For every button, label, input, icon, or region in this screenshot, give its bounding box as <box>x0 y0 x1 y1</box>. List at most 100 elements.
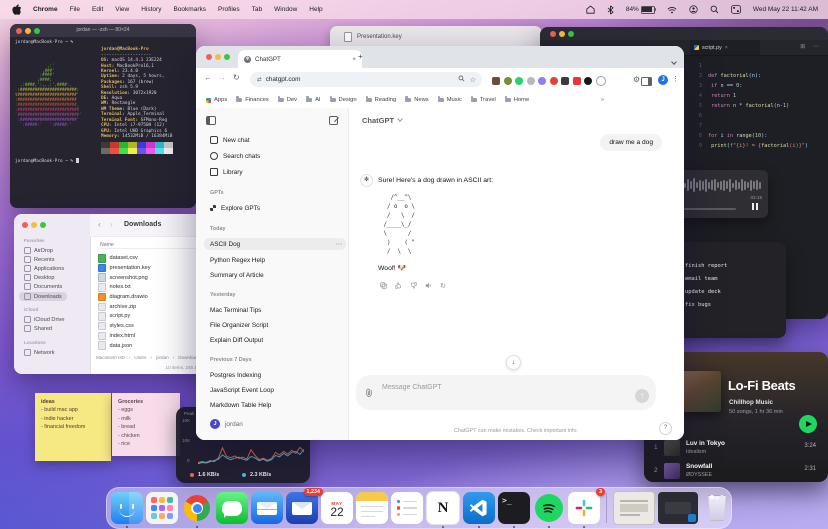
attach-paperclip-icon[interactable] <box>365 384 373 402</box>
dock-mail-unread-icon[interactable]: 1,234 <box>286 492 318 524</box>
minimize-button[interactable] <box>215 54 221 60</box>
compose-icon[interactable] <box>329 116 338 125</box>
extension-icon[interactable] <box>584 77 592 85</box>
settings-gear-icon[interactable]: ⚙ <box>633 75 640 84</box>
vscode-tab-scriptpy[interactable]: script.py × <box>690 40 760 55</box>
presentation-window-titlebar[interactable]: Presentation.key <box>330 26 542 48</box>
zoom-button[interactable] <box>40 222 46 228</box>
sidebar-item-desktop[interactable]: Desktop <box>24 274 55 281</box>
dock-slack-icon[interactable]: 3 <box>568 492 600 524</box>
finder-window-controls[interactable] <box>22 222 46 228</box>
chat-item[interactable]: Postgres Indexing <box>204 369 346 381</box>
sidebar-item-applications[interactable]: Applications <box>24 265 64 272</box>
extension-icon[interactable] <box>561 77 569 85</box>
editor-actions[interactable]: ⊞ ⋯ <box>800 43 822 50</box>
help-button[interactable]: ? <box>659 422 672 435</box>
dock-calendar-icon[interactable]: MAY 22 <box>321 492 353 524</box>
bluetooth-icon[interactable] <box>601 5 620 15</box>
bookmark-folder[interactable]: News <box>405 97 429 103</box>
address-bar[interactable]: ⇄ chatgpt.com ☆ <box>250 72 482 87</box>
reload-button[interactable]: ↻ <box>233 73 240 82</box>
menu-file[interactable]: File <box>64 6 86 13</box>
bookmark-star-icon[interactable]: ☆ <box>470 76 476 84</box>
close-button[interactable] <box>550 31 556 37</box>
terminal-window[interactable]: jordan — -zsh — 80×24 jordan@MacBook-Pro… <box>10 24 196 208</box>
model-selector[interactable]: ChatGPT <box>362 116 402 125</box>
sidebar-item-recents[interactable]: Recents <box>24 256 55 263</box>
apple-menu-icon[interactable] <box>0 4 27 15</box>
chat-item[interactable]: Summary of Article <box>204 269 346 281</box>
back-button[interactable]: ‹ <box>98 220 101 229</box>
tab-close-icon[interactable]: × <box>725 45 728 51</box>
menu-app-name[interactable]: Chrome <box>27 6 64 13</box>
chat-item[interactable]: JavaScript Event Loop <box>204 384 346 396</box>
profile-avatar[interactable]: J <box>658 75 668 85</box>
extensions-puzzle-icon[interactable] <box>596 76 606 86</box>
user-profile-row[interactable]: J jordan <box>204 418 346 430</box>
dock-vscode-icon[interactable] <box>463 492 495 524</box>
dock-mail-icon[interactable] <box>251 492 283 524</box>
read-aloud-icon[interactable] <box>423 282 433 290</box>
sidebar-item-icloud-drive[interactable]: iCloud Drive <box>24 316 64 323</box>
chrome-tab-chatgpt[interactable]: ✻ ChatGPT × <box>238 50 362 68</box>
bookmark-folder[interactable]: Finances <box>236 97 269 103</box>
bookmark-folder[interactable]: Design <box>330 97 357 103</box>
control-center-icon[interactable] <box>725 5 747 14</box>
search-chats-button[interactable]: Search chats <box>204 150 346 162</box>
chrome-window[interactable]: ✻ ChatGPT × + ← → ↻ ⇄ chatgpt.com ☆ <box>196 46 684 440</box>
chat-item[interactable]: File Organizer Script <box>204 319 346 331</box>
sidebar-item-airdrop[interactable]: AirDrop <box>24 247 53 254</box>
new-tab-button[interactable]: + <box>358 52 363 61</box>
bookmark-folder[interactable]: Dev <box>278 97 297 103</box>
dock-trash-icon[interactable] <box>701 492 733 524</box>
menu-window[interactable]: Window <box>268 6 303 13</box>
minimize-button[interactable] <box>559 31 565 37</box>
bookmark-apps[interactable]: Apps <box>206 97 227 103</box>
regenerate-icon[interactable]: ↻ <box>438 282 448 290</box>
sidebar-item-downloads[interactable]: Downloads <box>19 292 67 301</box>
bookmark-folder[interactable]: Music <box>438 97 462 103</box>
extension-icon[interactable] <box>515 77 523 85</box>
menu-history[interactable]: History <box>135 6 167 13</box>
extension-icon[interactable] <box>492 77 500 85</box>
thumbs-up-icon[interactable] <box>393 282 403 290</box>
chat-item[interactable]: Explain Diff Output <box>204 334 346 346</box>
breadcrumb-item[interactable]: jordan <box>156 355 169 360</box>
chat-item-selected[interactable]: ASCII Dog⋯ <box>204 238 346 250</box>
dock-notion-icon[interactable]: N <box>426 491 460 525</box>
close-button[interactable] <box>206 54 212 60</box>
zoom-button[interactable] <box>568 31 574 37</box>
more-menu-icon[interactable]: ⋮ <box>672 75 679 83</box>
track-row[interactable]: 1 Luv in Tokyo Idealism 3:24 <box>650 438 822 459</box>
dock-spotify-icon[interactable] <box>533 492 565 524</box>
tab-close-icon[interactable]: × <box>352 56 356 63</box>
minimized-window-thumbnail-dark[interactable] <box>658 492 698 524</box>
home-icon[interactable] <box>580 5 601 14</box>
sidebar-toggle-icon[interactable] <box>206 116 216 125</box>
zoom-button[interactable] <box>34 28 40 34</box>
close-button[interactable] <box>16 28 22 34</box>
sidebar-item-shared[interactable]: Shared <box>24 325 52 332</box>
extension-icon[interactable] <box>538 77 546 85</box>
user-menu-icon[interactable] <box>683 5 704 14</box>
minimized-window-thumbnail[interactable] <box>613 491 655 525</box>
battery-indicator[interactable]: 84% <box>620 6 661 14</box>
extension-icon[interactable] <box>504 77 512 85</box>
chat-item[interactable]: Mac Terminal Tips <box>204 304 346 316</box>
close-button[interactable] <box>22 222 28 228</box>
explore-gpts-button[interactable]: Explore GPTs <box>204 202 346 214</box>
dock-finder-icon[interactable] <box>111 492 143 524</box>
bookmark-folder[interactable]: Reading <box>366 97 397 103</box>
extension-icon[interactable] <box>573 77 581 85</box>
bookmark-folder[interactable]: Home <box>505 97 529 103</box>
chat-item[interactable]: Markdown Table Help <box>204 399 346 411</box>
scroll-to-bottom-button[interactable]: ↓ <box>506 355 521 370</box>
copy-icon[interactable] <box>378 282 388 290</box>
menu-clock[interactable]: Wed May 22 11:42 AM <box>747 6 828 13</box>
back-button[interactable]: ← <box>204 73 212 82</box>
minimize-button[interactable] <box>25 28 31 34</box>
menu-profiles[interactable]: Profiles <box>212 6 246 13</box>
breadcrumb-item[interactable]: Macintosh HD <box>96 355 125 360</box>
sticky-note-ideas[interactable]: ideas - build mac app- indie hacker- fin… <box>35 393 111 461</box>
chat-item[interactable]: Python Regex Help <box>204 254 346 266</box>
